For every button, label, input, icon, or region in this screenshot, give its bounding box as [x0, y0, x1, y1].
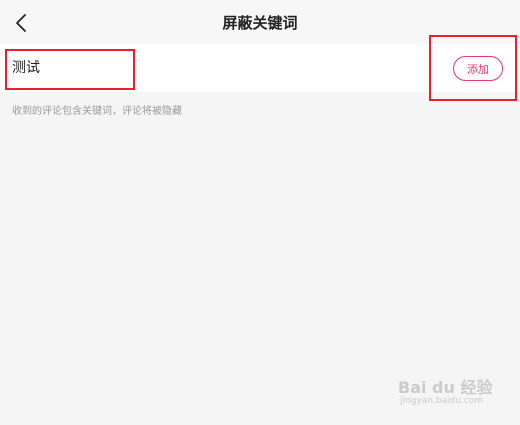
hint-text: 收到的评论包含关键词，评论将被隐藏	[12, 106, 182, 117]
page-title: 屏蔽关键词	[222, 14, 298, 32]
watermark-main: Bai du 经验	[398, 378, 493, 397]
watermark-sub: jingyan.baidu.com	[400, 396, 484, 406]
watermark: Bai du 经验 jingyan.baidu.com	[398, 374, 493, 406]
add-button[interactable]: 添加	[453, 56, 503, 81]
keyword-input-row: 添加	[0, 44, 520, 92]
keyword-input[interactable]	[12, 54, 312, 80]
top-bar: 屏蔽关键词	[0, 0, 520, 44]
